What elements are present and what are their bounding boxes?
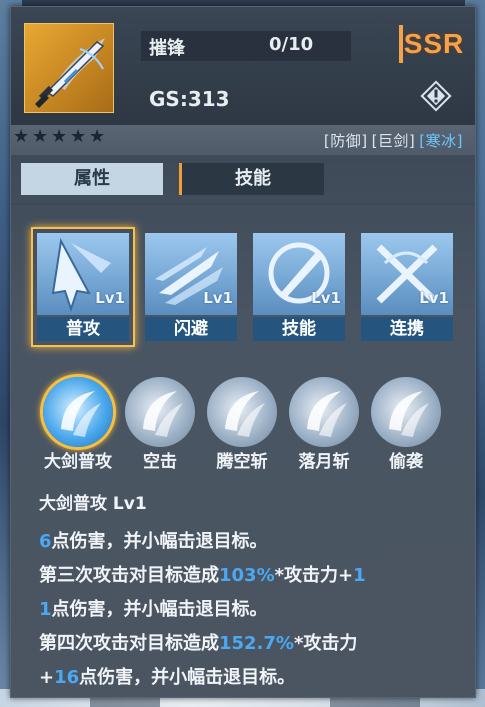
tab-attributes[interactable]: 属性 <box>21 163 163 195</box>
skill-label: 技能 <box>253 317 345 341</box>
move-label: 大剑普攻 <box>44 452 112 472</box>
skill-label: 普攻 <box>37 317 129 341</box>
description-segment: *攻击力 <box>293 633 358 654</box>
description-line: +16点伤害，并小幅击退目标。 <box>39 661 463 695</box>
sneak-attack-icon[interactable] <box>371 377 441 447</box>
weapon-tag: [巨剑] <box>371 132 416 150</box>
description-segment: 点伤害，并小幅击退目标。 <box>51 531 268 552</box>
description-title: 大剑普攻 Lv1 <box>39 494 147 514</box>
star-icon: ★ <box>51 126 68 147</box>
description-segment: 点伤害，并小幅击退目标。 <box>51 599 268 620</box>
warning-diamond-icon[interactable] <box>419 79 453 113</box>
description-segment: + <box>39 667 55 688</box>
value-highlight: 1 <box>39 599 52 620</box>
greatsword-slash-icon[interactable] <box>43 377 113 447</box>
star-icon: ★ <box>89 126 106 147</box>
description-line: 第四次攻击对目标造成152.7%*攻击力 <box>39 627 463 661</box>
weapon-count: 0/10 <box>269 34 314 55</box>
falling-moon-slash-icon[interactable] <box>289 377 359 447</box>
weapon-tag: [防御] <box>323 132 368 150</box>
skill-level: Lv1 <box>95 289 125 307</box>
skill-level: Lv1 <box>419 289 449 307</box>
description-segment: 第四次攻击对目标造成 <box>39 633 219 654</box>
weapon-name: 摧锋 <box>149 38 185 59</box>
star-rating: ★ ★ ★ ★ ★ <box>13 128 107 146</box>
description-line: 第三次攻击对目标造成103%*攻击力+1 <box>39 559 463 593</box>
star-icon: ★ <box>13 126 30 147</box>
skill-level: Lv1 <box>311 289 341 307</box>
skill-category-4[interactable]: Lv1 连携 <box>361 233 453 341</box>
weapon-tag: [寒冰] <box>419 132 463 150</box>
tab-skills[interactable]: 技能 <box>179 163 324 195</box>
description-line: 1点伤害，并小幅击退目标。 <box>39 593 463 627</box>
move-label: 落月斩 <box>298 452 350 472</box>
description-segment: 点伤害，并小幅击退目标。 <box>79 667 296 688</box>
value-highlight: 6 <box>39 531 52 552</box>
description-segment: *攻击力+ <box>274 565 354 586</box>
value-highlight: 103% <box>219 565 275 586</box>
star-icon: ★ <box>70 126 87 147</box>
skill-category-3[interactable]: Lv1 技能 <box>253 233 345 341</box>
skill-label: 闪避 <box>145 317 237 341</box>
description-line: 6点伤害，并小幅击退目标。 <box>39 525 463 559</box>
skill-category-1[interactable]: Lv1 普攻 <box>31 227 135 347</box>
weapon-thumbnail <box>24 23 114 113</box>
value-highlight: 1 <box>353 565 366 586</box>
description-segment: 第三次攻击对目标造成 <box>39 565 219 586</box>
divider <box>11 203 475 205</box>
move-label: 腾空斩 <box>216 452 268 472</box>
move-label: 偷袭 <box>389 452 423 472</box>
weapon-info-panel: 摧锋 0/10 GS:313 SSR ★ ★ ★ ★ ★ [防御] [巨剑] [寒冰] 属性… <box>10 6 476 698</box>
value-highlight: 152.7% <box>219 633 294 654</box>
gear-score: GS:313 <box>149 87 230 111</box>
rarity-badge: SSR <box>399 25 465 63</box>
skill-category-2[interactable]: Lv1 闪避 <box>145 233 237 341</box>
aerial-slash-icon[interactable] <box>207 377 277 447</box>
value-highlight: 16 <box>54 667 80 688</box>
move-label: 空击 <box>143 452 177 472</box>
weapon-tags: [防御] [巨剑] [寒冰] <box>324 130 463 151</box>
description-text: 6点伤害，并小幅击退目标。 第三次攻击对目标造成103%*攻击力+1 1点伤害，并小… <box>39 525 463 695</box>
skill-level: Lv1 <box>203 289 233 307</box>
air-strike-icon[interactable] <box>125 377 195 447</box>
skill-label: 连携 <box>361 317 453 341</box>
star-icon: ★ <box>32 126 49 147</box>
greatsword-icon <box>35 38 105 108</box>
